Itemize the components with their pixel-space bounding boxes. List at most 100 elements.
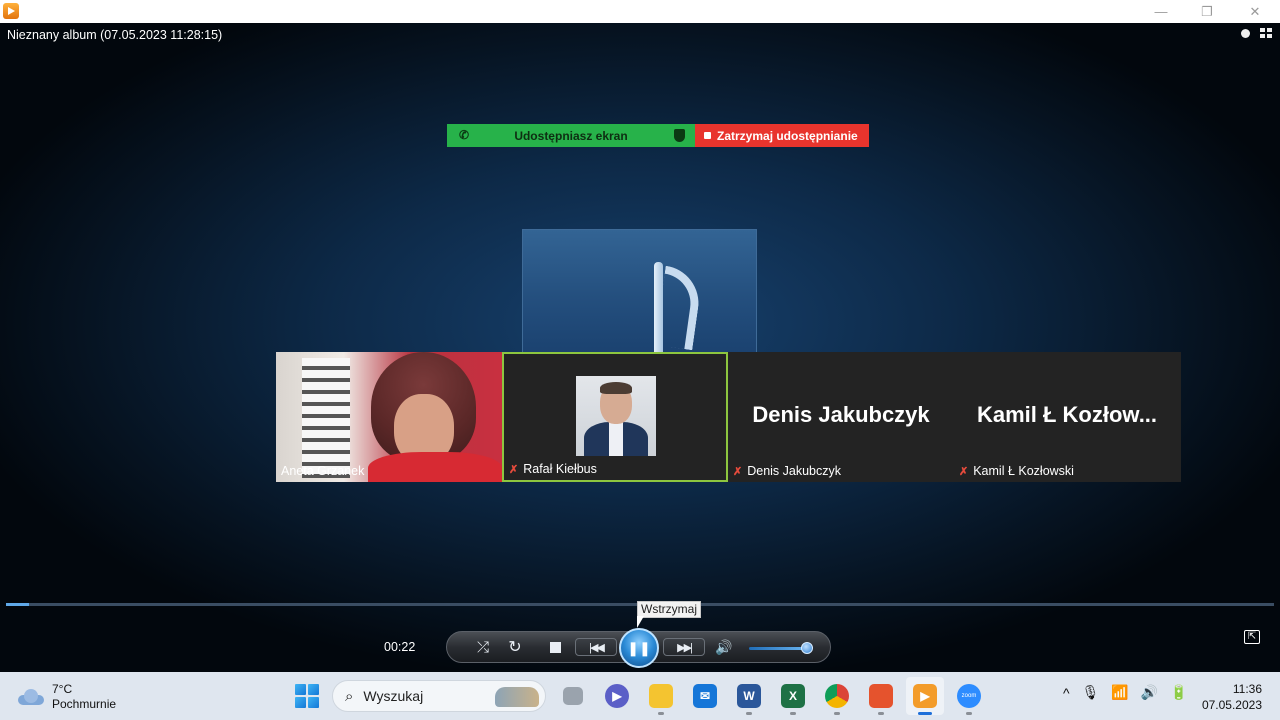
running-indicator [878, 712, 884, 715]
taskbar-file-explorer[interactable] [642, 677, 680, 715]
stop-sharing-button[interactable]: Zatrzymaj udostępnianie [695, 124, 869, 147]
active-indicator [918, 712, 932, 715]
zoom-icon: zoom [957, 684, 981, 708]
taskbar-clock[interactable]: 11:36 07.05.2023 [1200, 681, 1262, 713]
title-bar: — ❐ ✕ [0, 0, 1280, 23]
participant-name: ✗ Kamil Ł Kozłowski [959, 464, 1074, 478]
pause-button[interactable]: ❚❚ [619, 628, 659, 668]
search-highlight-image [495, 687, 539, 707]
participant-name-text: Denis Jakubczyk [747, 464, 842, 478]
participant-tile-rafal[interactable]: ✗ Rafał Kiełbus [502, 352, 728, 482]
folder-icon [649, 684, 673, 708]
weather-widget[interactable]: 7°C Pochmurnie [18, 682, 116, 712]
participant-video-shirt [368, 452, 502, 482]
maximize-button[interactable]: ❐ [1184, 0, 1230, 23]
task-view-icon [563, 687, 583, 705]
pause-tooltip: Wstrzymaj [637, 601, 701, 618]
speaker-icon[interactable]: 🔊 [1141, 684, 1158, 701]
taskbar-app[interactable] [862, 677, 900, 715]
avatar-hair [600, 382, 632, 394]
sharing-indicator[interactable]: ✆ Udostępniasz ekran [447, 124, 695, 147]
running-indicator [746, 712, 752, 715]
stop-icon [704, 132, 711, 139]
playback-controls: ⤮ ↻ |◀◀ ❚❚ ▶▶| 🔊 [446, 628, 831, 668]
shield-icon [674, 129, 685, 142]
stop-button[interactable] [545, 632, 565, 662]
switch-library-icon[interactable] [1260, 28, 1272, 38]
running-indicator [658, 712, 664, 715]
next-button[interactable]: ▶▶| [663, 638, 705, 656]
elapsed-time: 00:22 [384, 640, 416, 654]
taskbar-search[interactable]: ⌕ Wyszukaj [332, 680, 546, 712]
weather-text: 7°C Pochmurnie [52, 682, 116, 712]
minimize-button[interactable]: — [1138, 0, 1184, 23]
previous-button[interactable]: |◀◀ [575, 638, 617, 656]
volume-slider[interactable] [749, 647, 809, 650]
participant-name: ✗ Denis Jakubczyk [733, 464, 841, 478]
participant-name-text: Aneta Grzanek [281, 464, 365, 478]
taskbar-word[interactable]: W [730, 677, 768, 715]
excel-icon: X [781, 684, 805, 708]
stop-icon [549, 641, 561, 653]
clock-date: 07.05.2023 [1201, 698, 1262, 712]
repeat-button[interactable]: ↻ [505, 632, 525, 662]
weather-condition: Pochmurnie [52, 697, 117, 711]
participant-video-strip: Aneta Grzanek ✗ Rafał Kiełbus Denis Jaku… [276, 352, 1181, 482]
media-player-app-icon [3, 3, 19, 19]
shuffle-button[interactable]: ⤮ [473, 632, 493, 662]
player-top-icons [1241, 28, 1272, 38]
volume-button[interactable]: 🔊 [713, 632, 735, 662]
screen-share-banner: ✆ Udostępniasz ekran Zatrzymaj udostępni… [447, 124, 869, 147]
info-icon[interactable] [1241, 28, 1250, 38]
running-indicator [790, 712, 796, 715]
microphone-icon[interactable]: 🎙 [1082, 684, 1100, 701]
participant-display-name: Kamil Ł Kozłow... [976, 402, 1158, 427]
album-art-music-note [522, 229, 757, 354]
mouse-cursor [637, 616, 644, 628]
search-label: Wyszukaj [363, 688, 424, 704]
windows-logo-icon [295, 684, 319, 708]
close-button[interactable]: ✕ [1232, 0, 1278, 23]
seek-bar-progress [6, 603, 29, 606]
album-title: Nieznany album (07.05.2023 11:28:15) [7, 28, 223, 42]
participant-tile-aneta[interactable]: Aneta Grzanek [276, 352, 502, 482]
participant-name: Aneta Grzanek [281, 464, 364, 478]
start-button[interactable] [288, 677, 326, 715]
teams-icon: ▶ [605, 684, 629, 708]
chevron-up-icon[interactable]: ^ [1063, 685, 1070, 701]
phone-icon: ✆ [459, 128, 470, 142]
avatar-shirt [609, 422, 623, 456]
mail-icon: ✉ [693, 684, 717, 708]
battery-icon[interactable]: 🔋 [1170, 684, 1187, 701]
task-view-button[interactable] [554, 677, 592, 715]
taskbar: 7°C Pochmurnie ⌕ Wyszukaj ▶ ✉ W X ▶ zoom… [0, 672, 1280, 720]
player-area: Nieznany album (07.05.2023 11:28:15) ✆ U… [0, 23, 1280, 672]
system-tray: ^ 🎙 📶 🔊 🔋 [1063, 684, 1188, 701]
participant-tile-denis[interactable]: Denis Jakubczyk ✗ Denis Jakubczyk [728, 352, 954, 482]
taskbar-teams[interactable]: ▶ [598, 677, 636, 715]
participant-name-text: Kamil Ł Kozłowski [973, 464, 1074, 478]
running-indicator [834, 712, 840, 715]
stop-sharing-label: Zatrzymaj udostępnianie [717, 128, 858, 143]
cloud-icon [18, 689, 44, 705]
volume-slider-handle[interactable] [801, 642, 813, 654]
wifi-icon[interactable]: 📶 [1111, 684, 1128, 701]
fullscreen-button[interactable]: ⇱ [1244, 630, 1260, 644]
participant-display-name: Denis Jakubczyk [752, 402, 930, 427]
word-icon: W [737, 684, 761, 708]
participant-tile-kamil[interactable]: Kamil Ł Kozłow... ✗ Kamil Ł Kozłowski [954, 352, 1180, 482]
search-icon: ⌕ [345, 687, 354, 705]
taskbar-mail[interactable]: ✉ [686, 677, 724, 715]
app-icon [869, 684, 893, 708]
mic-muted-icon: ✗ [509, 463, 519, 476]
taskbar-zoom[interactable]: zoom [950, 677, 988, 715]
taskbar-excel[interactable]: X [774, 677, 812, 715]
sharing-label: Udostępniasz ekran [514, 128, 628, 143]
chrome-icon [825, 684, 849, 708]
avatar [576, 376, 656, 456]
taskbar-media-player[interactable]: ▶ [906, 677, 944, 715]
mic-muted-icon: ✗ [733, 465, 743, 478]
weather-temp: 7°C [52, 682, 73, 696]
participant-name: ✗ Rafał Kiełbus [509, 462, 597, 476]
taskbar-chrome[interactable] [818, 677, 856, 715]
